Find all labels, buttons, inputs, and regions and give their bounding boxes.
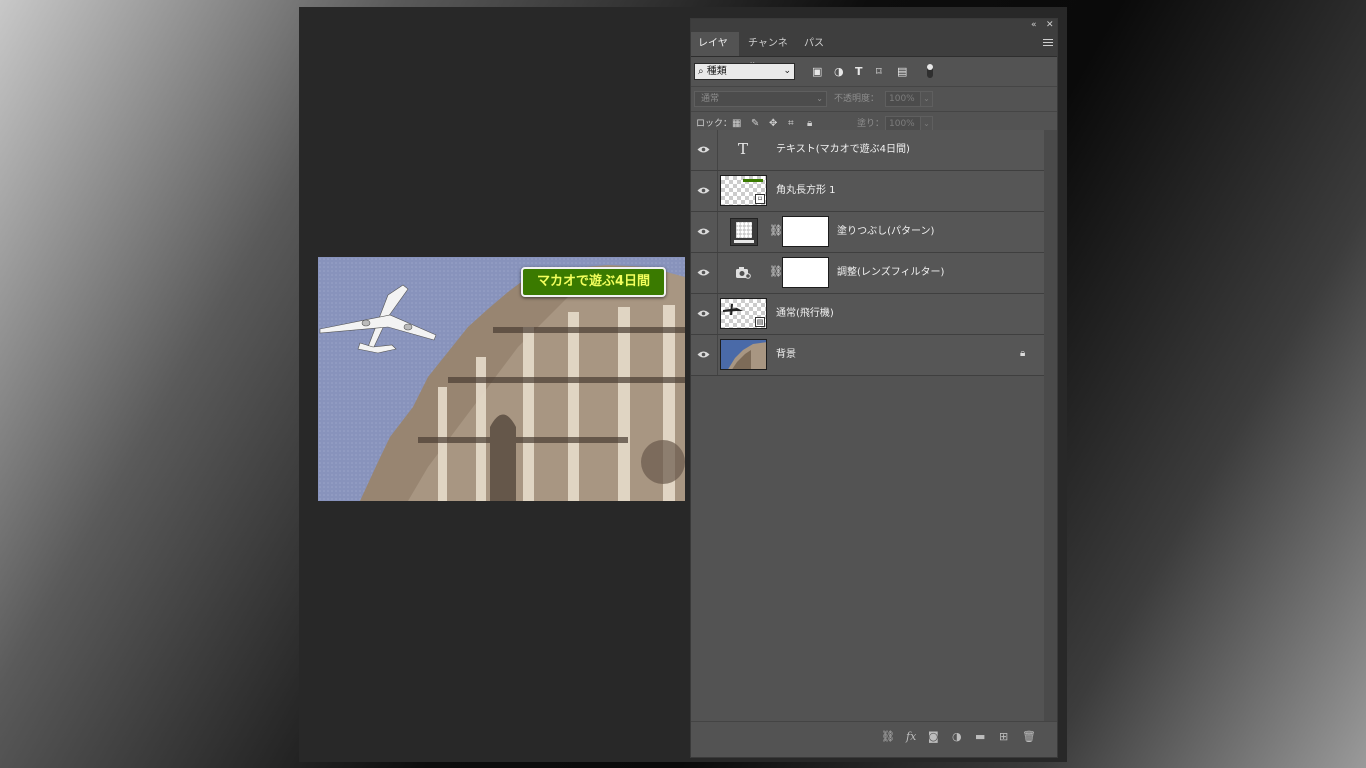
layer-name: 調整(レンズフィルター) <box>837 267 945 278</box>
eye-icon <box>697 187 710 194</box>
smart-object-filter-icon[interactable]: ▤ <box>897 65 907 79</box>
visibility-toggle[interactable] <box>691 130 718 170</box>
layer-row-fill[interactable]: ⛓ 塗りつぶし(パターン) <box>691 212 1044 253</box>
panel-titlebar: « ✕ <box>691 19 1057 32</box>
eye-icon <box>697 146 710 153</box>
shape-badge-icon: ⌑ <box>755 194 765 204</box>
filter-toggle[interactable] <box>927 64 933 78</box>
lock-position-icon[interactable]: ✥ <box>769 117 777 131</box>
new-layer-icon[interactable]: ⊞ <box>999 730 1008 744</box>
layers-panel: « ✕ レイヤー チャンネル パス ⌕ 種類 ⌄ ▣ ◑ T ⌑ ▤ 通常 <box>690 18 1058 758</box>
blend-mode-value: 通常 <box>701 94 720 104</box>
layer-thumbnail: ⌑ <box>720 175 767 206</box>
lock-artboard-icon[interactable]: ⌗ <box>788 117 794 131</box>
layer-name: テキスト(マカオで遊ぶ4日間) <box>776 144 910 155</box>
link-icon[interactable]: ⛓ <box>769 265 783 279</box>
airplane-thumbnail-icon <box>723 304 743 315</box>
eye-icon <box>697 351 710 358</box>
close-icon[interactable]: ✕ <box>1046 19 1054 32</box>
layer-thumbnail: ▤ <box>720 298 767 329</box>
blend-mode-select[interactable]: 通常 ⌄ <box>694 91 827 107</box>
layer-mask-thumbnail[interactable] <box>782 257 829 288</box>
background-thumbnail <box>728 342 766 369</box>
document-canvas[interactable]: マカオで遊ぶ4日間 <box>318 257 685 501</box>
layer-name: 塗りつぶし(パターン) <box>837 226 935 237</box>
layers-list: T テキスト(マカオで遊ぶ4日間) ⌑ 角丸長方形 1 ⛓ 塗りつぶし(パターン… <box>691 130 1044 724</box>
lock-label: ロック： <box>696 119 733 129</box>
trash-icon[interactable]: 🗑︎ <box>1022 730 1036 744</box>
layer-row-smart-object[interactable]: ▤ 通常(飛行機) <box>691 294 1044 335</box>
image-filter-icon[interactable]: ▣ <box>812 65 822 79</box>
new-adjustment-icon[interactable]: ◑ <box>952 730 962 744</box>
group-icon[interactable]: ▬ <box>975 730 985 744</box>
lock-brush-icon[interactable]: ✎ <box>751 117 759 131</box>
fill-label: 塗り： <box>857 119 885 129</box>
eye-icon <box>697 269 710 276</box>
title-banner: マカオで遊ぶ4日間 <box>521 267 666 297</box>
photoshop-workspace: マカオで遊ぶ4日間 « ✕ レイヤー チャンネル パス ⌕ 種類 ⌄ ▣ ◑ T… <box>299 7 1067 762</box>
visibility-toggle[interactable] <box>691 171 718 211</box>
opacity-label: 不透明度： <box>834 94 880 104</box>
tab-channels[interactable]: チャンネル <box>741 32 801 73</box>
layer-name: 角丸長方形 1 <box>776 185 836 196</box>
panel-footer: ⛓ fx ◙ ◑ ▬ ⊞ 🗑︎ <box>691 721 1057 757</box>
link-layers-icon[interactable]: ⛓ <box>881 730 895 744</box>
search-icon: ⌕ <box>698 66 704 77</box>
visibility-toggle[interactable] <box>691 253 718 293</box>
eye-icon <box>697 228 710 235</box>
visibility-toggle[interactable] <box>691 212 718 252</box>
pattern-fill-icon <box>730 218 758 246</box>
layer-row-shape[interactable]: ⌑ 角丸長方形 1 <box>691 171 1044 212</box>
text-layer-icon: T <box>738 140 749 158</box>
filter-row: ⌕ 種類 ⌄ ▣ ◑ T ⌑ ▤ <box>691 57 1057 87</box>
visibility-toggle[interactable] <box>691 335 718 375</box>
opacity-chevron-icon[interactable]: ⌄ <box>920 91 933 107</box>
blend-row: 通常 ⌄ 不透明度： 100% ⌄ <box>691 87 1057 112</box>
smart-object-badge-icon: ▤ <box>755 317 765 327</box>
tab-paths[interactable]: パス <box>797 32 833 56</box>
opacity-field[interactable]: 100% <box>885 91 921 107</box>
visibility-toggle[interactable] <box>691 294 718 334</box>
lock-all-icon[interactable]: 🔒︎ <box>807 117 812 131</box>
panel-tabs: レイヤー チャンネル パス <box>691 32 1057 73</box>
layer-row-background[interactable]: 背景 🔒︎ <box>691 335 1044 376</box>
eye-icon <box>697 310 710 317</box>
camera-filter-icon <box>736 267 751 279</box>
adjustment-filter-icon[interactable]: ◑ <box>834 65 844 79</box>
layer-mask-thumbnail[interactable] <box>782 216 829 247</box>
tab-layers[interactable]: レイヤー <box>691 32 739 73</box>
chevron-down-icon: ⌄ <box>783 66 791 76</box>
layer-row-text[interactable]: T テキスト(マカオで遊ぶ4日間) <box>691 130 1044 171</box>
panel-menu-icon[interactable] <box>1043 37 1053 48</box>
link-icon[interactable]: ⛓ <box>769 224 783 238</box>
mask-icon[interactable]: ◙ <box>928 730 939 744</box>
kind-filter-label: 種類 <box>706 66 727 77</box>
layer-name: 背景 <box>776 349 796 360</box>
layer-row-adjustment[interactable]: ⛓ 調整(レンズフィルター) <box>691 253 1044 294</box>
lock-icon: 🔒︎ <box>1020 348 1026 359</box>
kind-filter-select[interactable]: ⌕ 種類 ⌄ <box>694 63 795 80</box>
fx-icon[interactable]: fx <box>906 730 916 744</box>
collapse-icon[interactable]: « <box>1031 19 1037 32</box>
type-filter-icon[interactable]: T <box>855 65 863 79</box>
shape-filter-icon[interactable]: ⌑ <box>876 65 882 79</box>
lock-transparent-icon[interactable]: ▦ <box>732 117 741 131</box>
chevron-down-icon: ⌄ <box>816 94 823 103</box>
layers-scrollbar[interactable] <box>1044 130 1057 724</box>
layer-thumbnail <box>720 339 767 370</box>
layer-name: 通常(飛行機) <box>776 308 834 319</box>
